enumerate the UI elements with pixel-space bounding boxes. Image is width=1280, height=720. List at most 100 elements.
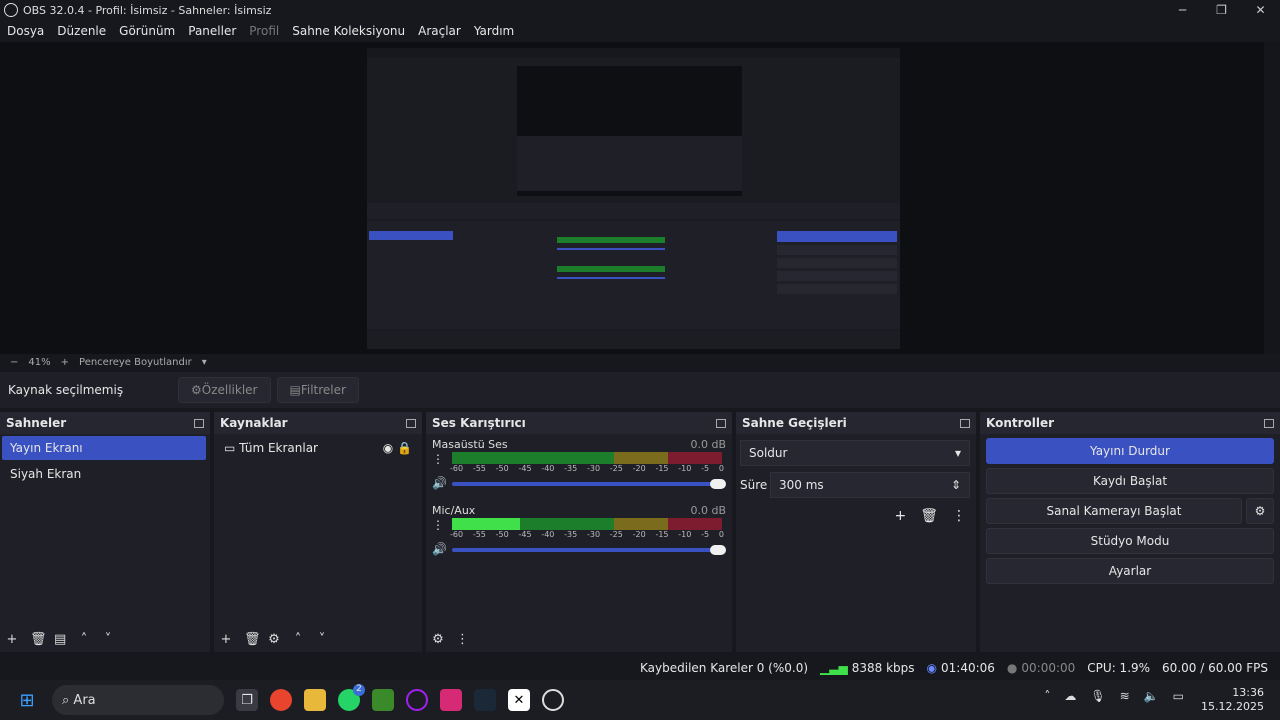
zoom-out-button[interactable]: −: [10, 357, 18, 368]
menu-profil: Profil: [249, 24, 280, 38]
add-icon[interactable]: +: [894, 508, 906, 524]
chevron-up-icon[interactable]: ˄: [1044, 689, 1050, 703]
steam-icon[interactable]: [474, 689, 496, 711]
filter-icon[interactable]: ▤: [54, 632, 66, 647]
start-record-button[interactable]: Kaydı Başlat: [986, 468, 1274, 494]
maximize-button[interactable]: ❐: [1202, 0, 1241, 20]
arrow-down-icon[interactable]: ˅: [102, 632, 114, 647]
opera-icon[interactable]: [406, 689, 428, 711]
cloud-icon[interactable]: ☁: [1064, 689, 1076, 703]
scene-item[interactable]: Yayın Ekranı: [2, 436, 206, 460]
more-options-icon[interactable]: ⋮: [456, 632, 469, 647]
gear-icon[interactable]: ⚙: [1246, 498, 1274, 524]
studio-mode-button[interactable]: Stüdyo Modu: [986, 528, 1274, 554]
spinner-icon[interactable]: ⇕: [951, 478, 961, 492]
more-options-icon[interactable]: ⋮: [432, 452, 444, 466]
stop-stream-button[interactable]: Yayını Durdur: [986, 438, 1274, 464]
whatsapp-icon[interactable]: 2: [338, 684, 365, 711]
menu-yardim[interactable]: Yardım: [474, 24, 514, 38]
speaker-icon[interactable]: 🔊: [432, 542, 447, 556]
channel-name: Masaüstü Ses: [432, 438, 508, 451]
arrow-up-icon[interactable]: ˄: [292, 632, 304, 647]
scene-item[interactable]: Siyah Ekran: [2, 462, 206, 486]
system-tray: ˄ ☁ 🎙 ≋ 🔈 ▭: [1030, 689, 1184, 703]
chevron-down-icon[interactable]: ▾: [202, 357, 207, 368]
trash-icon[interactable]: 🗑: [244, 632, 261, 647]
monitor-icon: ▭: [224, 441, 240, 455]
capcut-icon[interactable]: ✕: [508, 689, 530, 711]
start-virtual-camera-button[interactable]: Sanal Kamerayı Başlat: [986, 498, 1242, 524]
menu-paneller[interactable]: Paneller: [188, 24, 236, 38]
recursive-preview-graphic: [367, 48, 900, 349]
preview-image: [367, 48, 900, 349]
lock-icon[interactable]: 🔒: [397, 441, 412, 455]
arrow-down-icon[interactable]: ˅: [316, 632, 328, 647]
gear-icon: ⚙: [191, 383, 202, 397]
channel-name: Mic/Aux: [432, 504, 476, 517]
menu-gorunum[interactable]: Görünüm: [119, 24, 175, 38]
speaker-icon[interactable]: 🔊: [432, 476, 447, 490]
windows-start-icon[interactable]: ⊞: [16, 689, 38, 711]
zoom-in-button[interactable]: +: [61, 357, 69, 368]
undock-icon[interactable]: [406, 418, 416, 428]
channel-db: 0.0 dB: [690, 438, 726, 451]
obs-taskbar-icon[interactable]: [542, 689, 564, 711]
cpu-usage: CPU: 1.9%: [1087, 661, 1151, 675]
minecraft-icon[interactable]: [372, 689, 394, 711]
gear-icon[interactable]: ⚙: [268, 632, 280, 647]
properties-button[interactable]: ⚙ Özellikler: [178, 377, 271, 403]
volume-slider[interactable]: [452, 479, 726, 489]
chrome-icon[interactable]: [270, 689, 292, 711]
zoom-level: 41%: [28, 356, 51, 368]
close-button[interactable]: ✕: [1241, 0, 1280, 20]
menu-bar: Dosya Düzenle Görünüm Paneller Profil Sa…: [0, 21, 527, 41]
task-view-icon[interactable]: ❐: [236, 689, 258, 711]
add-icon[interactable]: +: [6, 632, 18, 647]
mixer-channel: Mic/Aux 0.0 dB ⋮ -60 -55 -50 -45 -40 -35 -30 -25…: [432, 504, 726, 566]
duration-label: Süre: [740, 478, 768, 492]
battery-icon[interactable]: ▭: [1173, 689, 1184, 703]
mixer-title: Ses Karıştırıcı: [432, 416, 526, 430]
add-icon[interactable]: +: [220, 632, 232, 647]
transition-select[interactable]: Soldur ▾: [740, 440, 970, 466]
undock-icon[interactable]: [194, 418, 204, 428]
clock-time: 13:36: [1232, 686, 1264, 699]
volume-icon[interactable]: 🔈: [1144, 689, 1159, 703]
audio-mixer-dock: Ses Karıştırıcı Masaüstü Ses 0.0 dB ⋮ -60…: [426, 412, 732, 652]
mixer-settings-icon[interactable]: ⚙: [432, 632, 444, 647]
record-icon: ●: [1006, 661, 1018, 675]
undock-icon[interactable]: [960, 418, 970, 428]
wifi-icon[interactable]: ≋: [1120, 689, 1130, 703]
duration-input[interactable]: 300 ms ⇕: [770, 472, 970, 498]
taskbar: ⊞ ⌕ Ara ❐ 2 ✕ ˄ ☁ 🎙 ≋ 🔈 ▭ 13:36 15.12.20…: [0, 680, 1280, 720]
controls-dock: Kontroller Yayını Durdur Kaydı Başlat Sa…: [980, 412, 1280, 652]
preview-scrollbar[interactable]: [1264, 42, 1280, 354]
menu-sahne-koleksiyonu[interactable]: Sahne Koleksiyonu: [292, 24, 405, 38]
arrow-up-icon[interactable]: ˄: [78, 632, 90, 647]
settings-button[interactable]: Ayarlar: [986, 558, 1274, 584]
undock-icon[interactable]: [1264, 418, 1274, 428]
minimize-button[interactable]: ─: [1163, 0, 1202, 20]
file-explorer-icon[interactable]: [304, 689, 326, 711]
scenes-dock: Sahneler Yayın Ekranı Siyah Ekran + 🗑 ▤ ˄ ˅: [0, 412, 210, 652]
menu-dosya[interactable]: Dosya: [7, 24, 44, 38]
volume-slider[interactable]: [452, 545, 726, 555]
source-item[interactable]: ▭ Tüm Ekranlar ◉ 🔒: [216, 436, 418, 460]
filters-button[interactable]: ▤ Filtreler: [276, 377, 359, 403]
menu-araclar[interactable]: Araçlar: [418, 24, 461, 38]
zoom-fit-dropdown[interactable]: Pencereye Boyutlandır: [79, 357, 192, 368]
clock[interactable]: 13:36 15.12.2025: [1201, 686, 1264, 714]
taskbar-search[interactable]: ⌕ Ara: [52, 685, 224, 715]
eye-icon[interactable]: ◉: [383, 441, 393, 455]
undock-icon[interactable]: [716, 418, 726, 428]
stream-icon: ◉: [926, 661, 937, 675]
trash-icon[interactable]: 🗑: [920, 508, 938, 524]
menu-duzenle[interactable]: Düzenle: [57, 24, 106, 38]
controls-title: Kontroller: [986, 416, 1055, 430]
more-options-icon[interactable]: ⋮: [432, 518, 444, 532]
microphone-icon[interactable]: 🎙: [1090, 689, 1105, 703]
more-options-icon[interactable]: ⋮: [952, 508, 966, 524]
transitions-title: Sahne Geçişleri: [742, 416, 847, 430]
trash-icon[interactable]: 🗑: [30, 632, 47, 647]
instagram-icon[interactable]: [440, 689, 462, 711]
